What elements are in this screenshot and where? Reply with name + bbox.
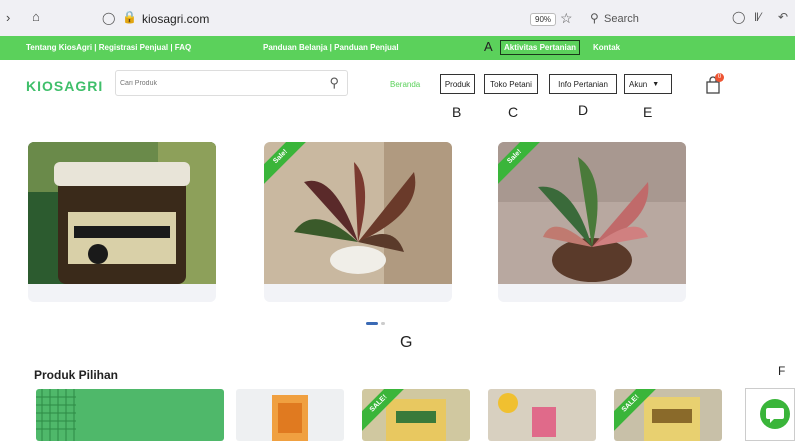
sale-ribbon: SALE! bbox=[614, 389, 656, 431]
url-text: kiosagri.com bbox=[142, 12, 210, 26]
bookmark-star-icon[interactable]: ☆ bbox=[560, 10, 573, 27]
shield-icon: ◯ bbox=[102, 11, 116, 25]
site-header: KIOSAGRI ⚲ Beranda Produk Toko Petani In… bbox=[0, 60, 795, 110]
annotation-e: E bbox=[643, 104, 653, 120]
topbar-link-aktivitas-pertanian[interactable]: Aktivitas Pertanian bbox=[500, 40, 581, 55]
slider-dot[interactable] bbox=[381, 322, 385, 325]
slider-dots[interactable] bbox=[366, 312, 388, 330]
product-card[interactable] bbox=[488, 389, 596, 441]
chat-bubble-icon bbox=[766, 408, 784, 423]
product-card[interactable]: SALE! bbox=[362, 389, 470, 441]
chevron-down-icon: ▼ bbox=[652, 80, 660, 88]
hero-slider[interactable]: Sale! Sale! bbox=[26, 142, 730, 302]
browser-search-box[interactable]: ⚲ Search bbox=[584, 6, 706, 32]
product-card[interactable]: SALE! bbox=[614, 389, 722, 441]
featured-banner[interactable] bbox=[36, 389, 224, 441]
nav-beranda[interactable]: Beranda bbox=[390, 80, 420, 89]
annotation-f: F bbox=[778, 364, 786, 378]
sale-ribbon: SALE! bbox=[362, 389, 404, 431]
section-title-produk-pilihan: Produk Pilihan bbox=[34, 368, 119, 382]
address-bar[interactable]: ◯ 🔒 kiosagri.com 90% bbox=[96, 6, 557, 32]
black-garlic-image bbox=[28, 142, 216, 284]
sale-ribbon: Sale! bbox=[498, 142, 540, 184]
search-icon[interactable]: ⚲ bbox=[329, 75, 339, 91]
top-links-left[interactable]: Tentang KiosAgri | Registrasi Penjual | … bbox=[26, 43, 191, 52]
lock-icon: 🔒 bbox=[122, 10, 137, 24]
top-links-guides[interactable]: Panduan Belanja | Panduan Penjual bbox=[263, 43, 399, 52]
site-logo[interactable]: KIOSAGRI bbox=[26, 78, 103, 94]
pocket-icon[interactable]: ◯ bbox=[732, 10, 745, 24]
search-icon: ⚲ bbox=[590, 11, 599, 25]
zoom-badge[interactable]: 90% bbox=[530, 13, 557, 26]
cart-button[interactable]: 0 bbox=[706, 73, 724, 94]
slide-aglonema-2[interactable]: Sale! bbox=[498, 142, 686, 302]
home-icon[interactable]: ⌂ bbox=[32, 9, 40, 24]
annotation-d: D bbox=[578, 102, 589, 118]
chat-button[interactable] bbox=[760, 399, 790, 429]
annotation-g: G bbox=[400, 334, 413, 351]
topbar-link-kontak[interactable]: Kontak bbox=[593, 43, 620, 52]
sale-ribbon: Sale! bbox=[264, 142, 306, 184]
nav-info-pertanian-button[interactable]: Info Pertanian bbox=[549, 74, 617, 94]
annotation-b: B bbox=[452, 104, 462, 120]
top-info-bar: Tentang KiosAgri | Registrasi Penjual | … bbox=[0, 36, 795, 60]
slide-black-garlic[interactable] bbox=[28, 142, 216, 302]
product-search-input[interactable] bbox=[120, 74, 320, 92]
chat-widget bbox=[745, 388, 795, 441]
product-row: SALE! SALE! bbox=[34, 389, 754, 441]
sync-icon[interactable]: ↶ bbox=[778, 10, 788, 24]
browser-toolbar: › ⌂ ◯ 🔒 kiosagri.com 90% ☆ ⚲ Search ◯ ‖⁄… bbox=[0, 0, 795, 36]
cart-count-badge: 0 bbox=[715, 73, 724, 82]
akun-label: Akun bbox=[629, 79, 648, 89]
back-icon[interactable]: › bbox=[6, 10, 10, 25]
product-card[interactable] bbox=[236, 389, 344, 441]
browser-search-placeholder: Search bbox=[604, 13, 639, 25]
library-icon[interactable]: ‖⁄ bbox=[754, 10, 761, 24]
nav-akun-dropdown[interactable]: Akun ▼ bbox=[624, 74, 672, 94]
nav-toko-petani-button[interactable]: Toko Petani bbox=[484, 74, 538, 94]
annotation-a: A bbox=[484, 39, 493, 54]
annotation-c: C bbox=[508, 104, 519, 120]
nav-produk-button[interactable]: Produk bbox=[440, 74, 475, 94]
slide-aglonema-1[interactable]: Sale! bbox=[264, 142, 452, 302]
product-search-field[interactable]: ⚲ bbox=[115, 70, 348, 96]
slider-dot-active[interactable] bbox=[366, 322, 378, 325]
